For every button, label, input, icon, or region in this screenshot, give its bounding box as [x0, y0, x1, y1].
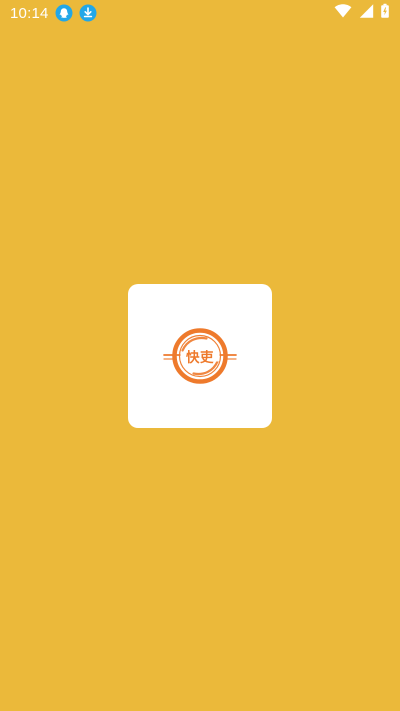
- app-logo: 快吏: [150, 306, 250, 406]
- status-bar: 10:14: [0, 0, 400, 26]
- download-icon: [79, 4, 97, 22]
- app-logo-icon: 快吏: [163, 328, 237, 384]
- cellular-signal-icon: [358, 3, 374, 24]
- splash-card: 快吏: [128, 284, 272, 428]
- qq-icon: [55, 4, 73, 22]
- status-right: [334, 3, 390, 24]
- battery-charging-icon: [380, 3, 390, 24]
- wifi-icon: [334, 3, 352, 24]
- logo-wordmark: 快吏: [186, 349, 214, 366]
- status-left: 10:14: [10, 4, 97, 22]
- status-time: 10:14: [10, 4, 49, 22]
